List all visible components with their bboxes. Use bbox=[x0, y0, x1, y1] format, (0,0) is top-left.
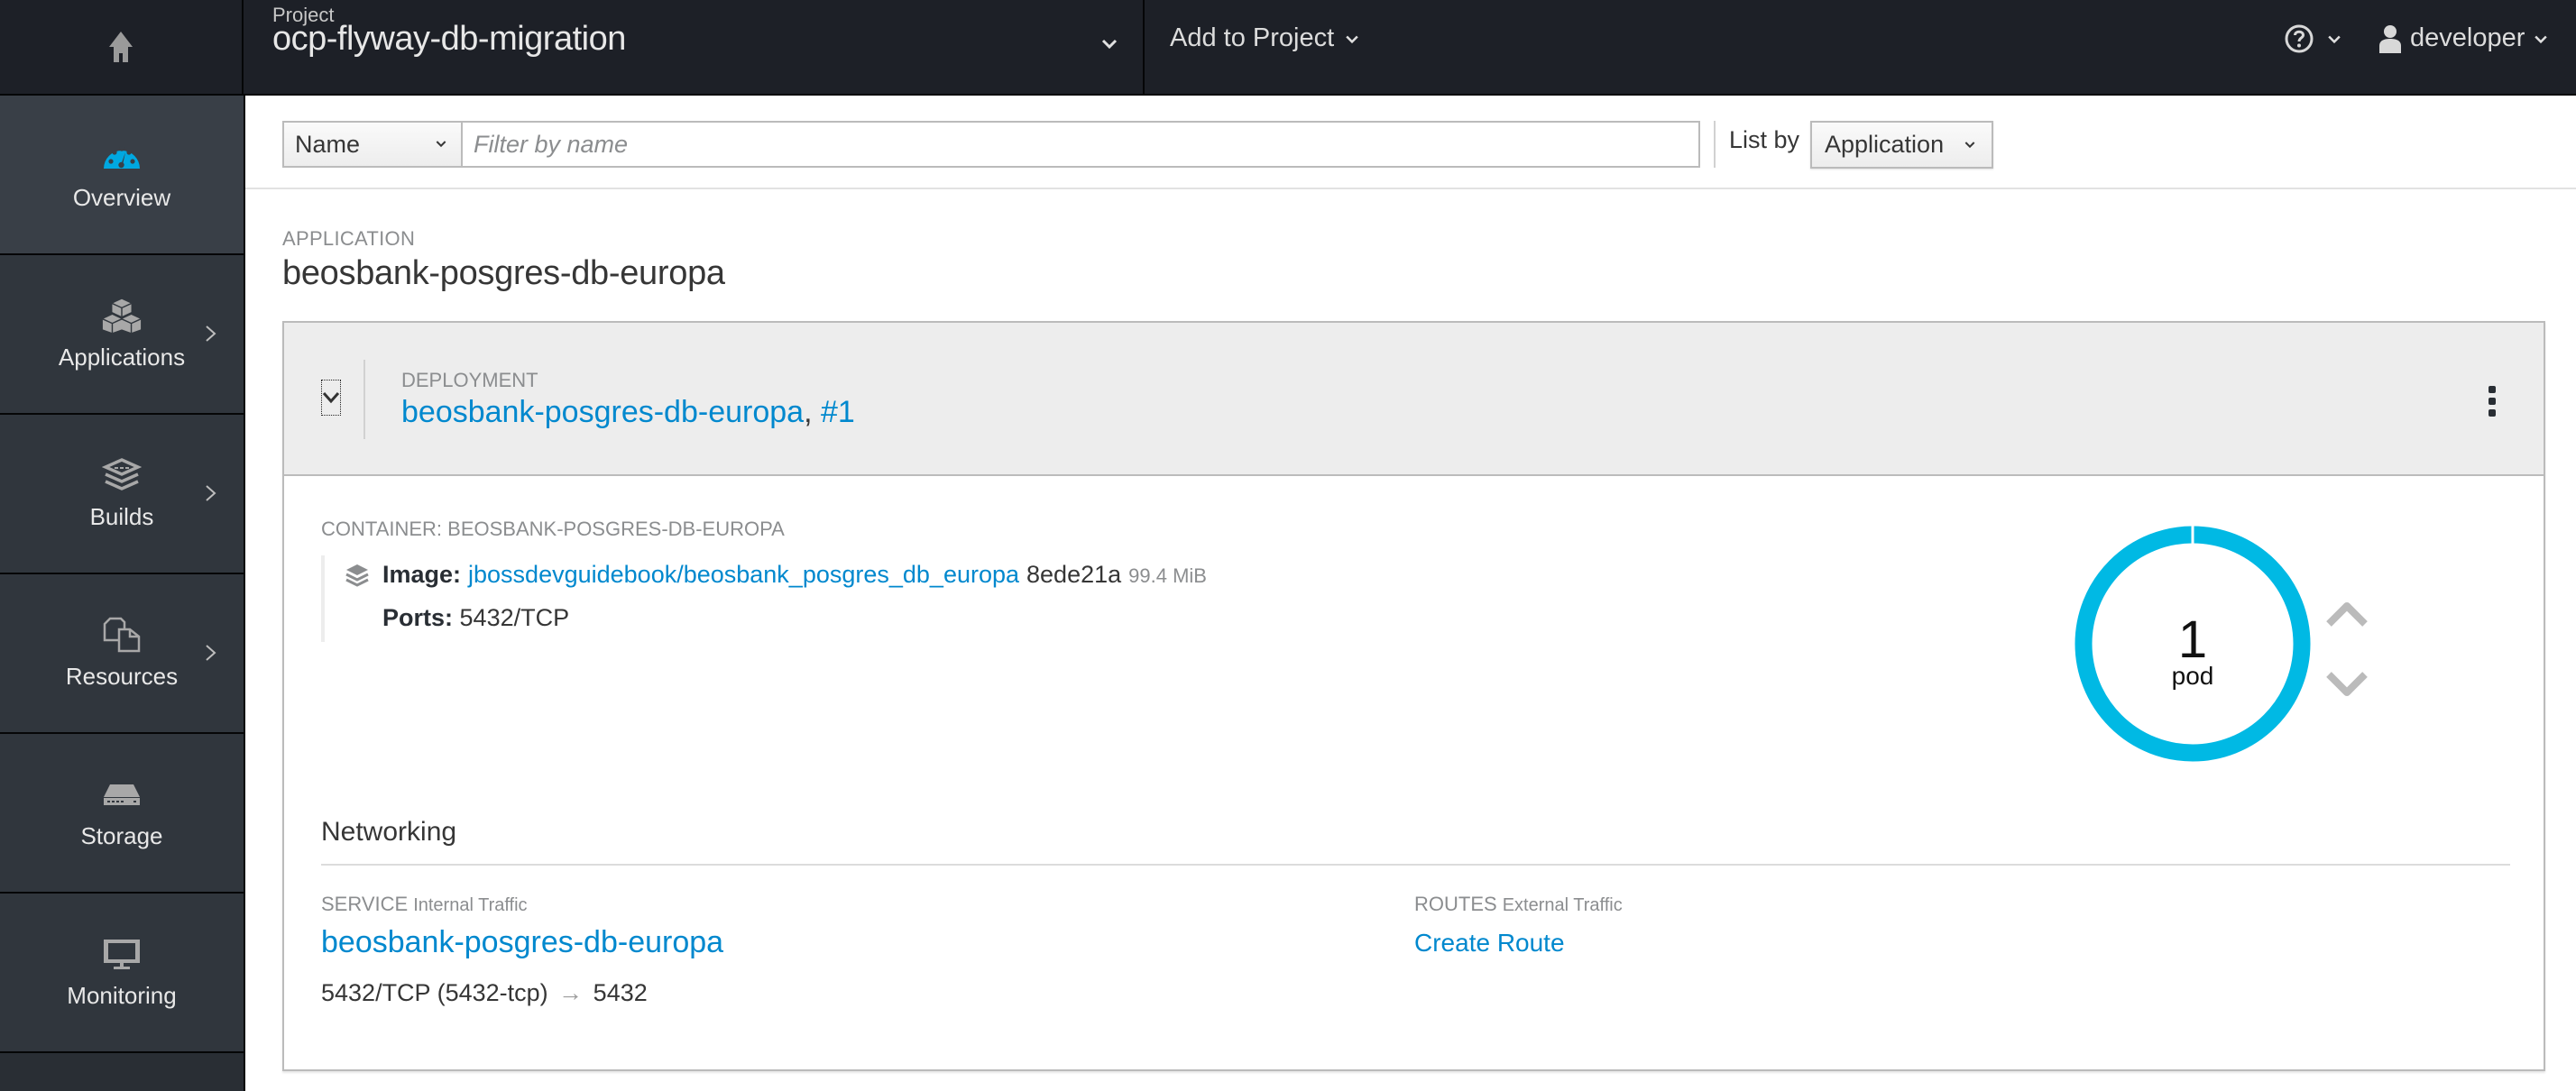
create-route-link[interactable]: Create Route bbox=[1414, 929, 1565, 958]
sidebar-item-label: Storage bbox=[80, 822, 163, 849]
sidebar-item-overview[interactable]: Overview bbox=[0, 96, 244, 255]
sidebar-item-monitoring[interactable]: Monitoring bbox=[0, 894, 244, 1053]
deployment-title: beosbank-posgres-db-europa, #1 bbox=[401, 395, 855, 430]
list-by-label: List by bbox=[1729, 126, 1800, 153]
image-id: 8ede21a bbox=[1026, 561, 1122, 588]
application-kicker: APPLICATION bbox=[282, 227, 416, 250]
chevron-down-icon bbox=[1964, 142, 1975, 149]
image-row: Image: jbossdevguidebook/beosbank_posgre… bbox=[345, 561, 1207, 589]
cubes-icon bbox=[102, 298, 142, 334]
container-kicker: CONTAINER: BEOSBANK-POSGRES-DB-EUROPA bbox=[321, 518, 785, 540]
service-kicker-label: SERVICE bbox=[321, 893, 409, 915]
user-dropdown[interactable]: developer bbox=[2378, 23, 2550, 53]
sidebar-item-applications[interactable]: Applications bbox=[0, 255, 244, 415]
add-to-project-dropdown[interactable]: Add to Project bbox=[1170, 23, 1361, 53]
sidebar-item-label: Builds bbox=[89, 503, 154, 530]
chevron-right-icon bbox=[206, 325, 216, 342]
monitor-icon bbox=[104, 940, 140, 969]
scale-down-button[interactable] bbox=[2325, 671, 2369, 698]
sidebar-item-label: Monitoring bbox=[67, 982, 177, 1009]
masthead: Project ocp-flyway-db-migration Add to P… bbox=[0, 0, 2576, 96]
service-kicker: SERVICE Internal Traffic bbox=[321, 893, 528, 916]
deployment-header: DEPLOYMENT beosbank-posgres-db-europa, #… bbox=[284, 323, 2544, 476]
toolbar-divider bbox=[1714, 121, 1716, 168]
pod-label: pod bbox=[2172, 662, 2214, 690]
service-port-mapping: 5432/TCP (5432-tcp) bbox=[321, 979, 548, 1006]
question-circle-icon bbox=[2285, 24, 2314, 53]
username: developer bbox=[2410, 23, 2525, 52]
ports-row: Ports: 5432/TCP bbox=[382, 604, 569, 632]
image-label: Image: bbox=[382, 561, 462, 588]
service-target-port: 5432 bbox=[593, 979, 648, 1006]
home-button[interactable] bbox=[0, 0, 244, 94]
service-name-link[interactable]: beosbank-posgres-db-europa bbox=[321, 925, 723, 960]
sidebar-item-storage[interactable]: Storage bbox=[0, 734, 244, 894]
arrow-right-icon: → bbox=[558, 979, 584, 1006]
filter-type-select[interactable]: Name bbox=[282, 121, 463, 168]
files-icon bbox=[103, 617, 141, 653]
header-divider bbox=[1143, 0, 1145, 94]
deployment-kicker: DEPLOYMENT bbox=[401, 369, 538, 391]
image-layers-icon bbox=[345, 564, 369, 587]
sidebar-item-resources[interactable]: Resources bbox=[0, 574, 244, 734]
container-details: Image: jbossdevguidebook/beosbank_posgre… bbox=[321, 555, 1223, 642]
chevron-down-icon bbox=[436, 141, 446, 148]
storage-icon bbox=[104, 784, 140, 805]
sidebar-item-label: Resources bbox=[65, 663, 179, 690]
sidebar-nav: Overview Applications Builds Resources S… bbox=[0, 96, 245, 1091]
chevron-down-icon bbox=[322, 392, 340, 404]
deployment-name-link[interactable]: beosbank-posgres-db-europa bbox=[401, 395, 804, 429]
networking-title: Networking bbox=[321, 817, 457, 847]
help-dropdown[interactable] bbox=[2284, 23, 2343, 54]
user-icon bbox=[2379, 24, 2401, 53]
layers-icon bbox=[102, 458, 142, 490]
sidebar-item-label: Overview bbox=[72, 184, 171, 211]
home-icon bbox=[109, 32, 133, 62]
ports-value: 5432/TCP bbox=[459, 604, 570, 631]
deployment-panel: DEPLOYMENT beosbank-posgres-db-europa, #… bbox=[282, 321, 2545, 1071]
filter-toolbar: Name List by Application bbox=[245, 96, 2576, 189]
pod-count: 1 bbox=[2178, 610, 2207, 669]
scale-up-button[interactable] bbox=[2325, 601, 2369, 628]
list-by-value: Application bbox=[1825, 131, 1945, 158]
routes-kicker: ROUTES External Traffic bbox=[1414, 893, 1623, 916]
deployment-separator: , bbox=[804, 395, 813, 429]
chevron-down-icon bbox=[2328, 35, 2341, 44]
add-to-project-label: Add to Project bbox=[1170, 23, 1335, 52]
ports-label: Ports: bbox=[382, 604, 454, 631]
image-name-link[interactable]: jbossdevguidebook/beosbank_posgres_db_eu… bbox=[468, 561, 1019, 589]
networking-divider bbox=[321, 864, 2510, 866]
sidebar-item-label: Applications bbox=[58, 344, 186, 371]
header-divider bbox=[363, 360, 365, 439]
chevron-down-icon bbox=[1346, 35, 1358, 43]
filter-by-name-input[interactable] bbox=[463, 121, 1700, 168]
application-title: beosbank-posgres-db-europa bbox=[282, 254, 725, 292]
project-name: ocp-flyway-db-migration bbox=[272, 20, 626, 58]
routes-kicker-label: ROUTES bbox=[1414, 893, 1497, 915]
chevron-down-icon bbox=[2535, 35, 2548, 43]
chevron-right-icon bbox=[206, 485, 216, 501]
sidebar-item-builds[interactable]: Builds bbox=[0, 415, 244, 574]
deployment-revision-link[interactable]: #1 bbox=[821, 395, 855, 429]
chevron-right-icon bbox=[206, 645, 216, 661]
service-ports: 5432/TCP (5432-tcp) → 5432 bbox=[321, 979, 648, 1007]
project-selector[interactable]: Project ocp-flyway-db-migration bbox=[245, 0, 1144, 94]
service-kicker-sub: Internal Traffic bbox=[413, 895, 528, 915]
collapse-toggle[interactable] bbox=[321, 380, 341, 416]
filter-type-value: Name bbox=[295, 130, 361, 158]
chevron-down-icon bbox=[1101, 39, 1118, 50]
image-size: 99.4 MiB bbox=[1128, 564, 1207, 587]
kebab-menu-icon[interactable] bbox=[2486, 386, 2498, 417]
list-by-select[interactable]: Application bbox=[1810, 121, 1993, 169]
routes-kicker-sub: External Traffic bbox=[1502, 895, 1623, 915]
pod-donut-chart: 1 pod bbox=[2075, 526, 2311, 762]
dashboard-icon bbox=[104, 146, 140, 169]
